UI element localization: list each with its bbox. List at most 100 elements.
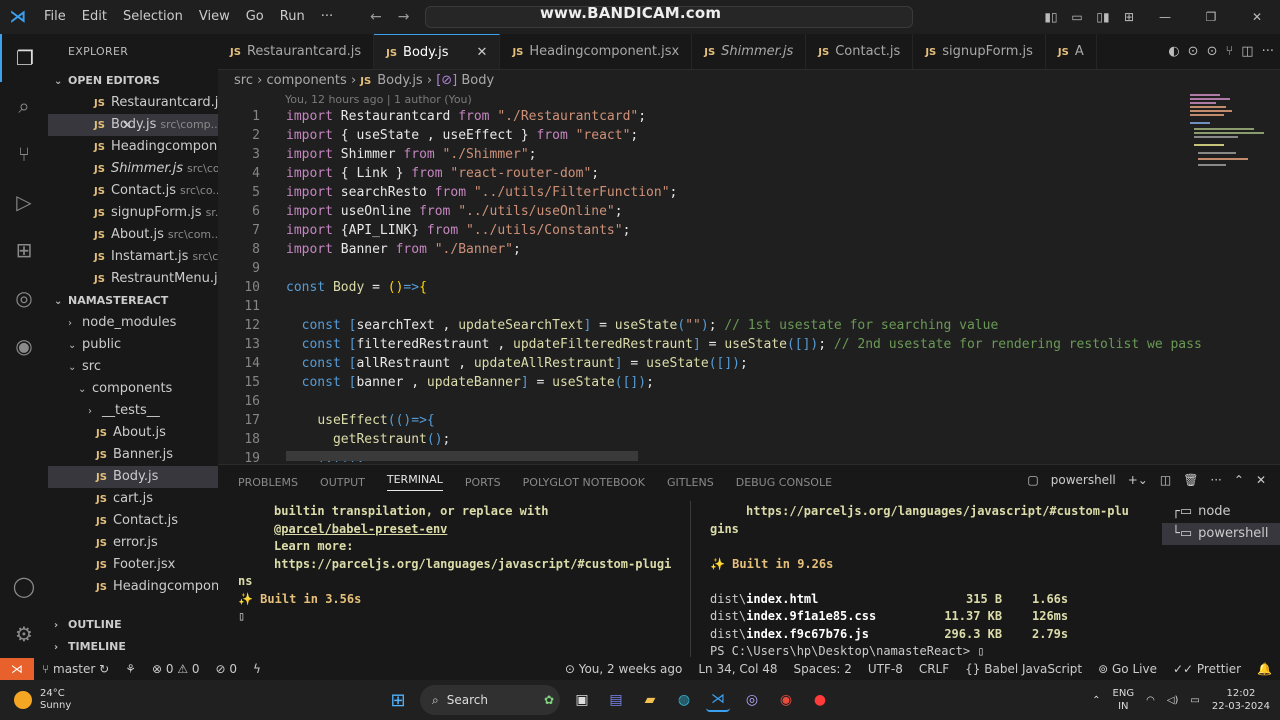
open-editor-item[interactable]: JS Shimmer.jssrc\co... [48, 158, 218, 180]
edge-icon[interactable]: ◍ [672, 688, 696, 712]
code-line[interactable]: const Body = ()=>{ [286, 280, 427, 295]
input-language[interactable]: ENG [1113, 687, 1135, 700]
panel-tab-polyglot-notebook[interactable]: POLYGLOT NOTEBOOK [523, 476, 645, 489]
trash-icon[interactable]: 🗑 [1183, 473, 1198, 487]
tree-folder[interactable]: ⌄ components [48, 378, 218, 400]
battery-icon[interactable]: ▭ [1190, 695, 1199, 706]
settings-gear-icon[interactable]: ⚙ [0, 610, 48, 658]
open-editor-item[interactable]: JS Restaurantcard.j... [48, 92, 218, 114]
gitlens-icon[interactable]: ◉ [0, 322, 48, 370]
terminal-left[interactable]: builtin transpilation, or replace with @p… [238, 503, 688, 626]
vscode-taskbar-icon[interactable]: ⋊ [706, 688, 730, 712]
editor-tab[interactable]: JS Body.js ✕ [374, 34, 501, 69]
code-line[interactable]: useEffect(()=>{ [286, 413, 434, 428]
editor-tab[interactable]: JS Shimmer.js [692, 34, 807, 69]
more-icon[interactable]: ··· [1210, 473, 1221, 487]
close-panel-icon[interactable]: ✕ [1256, 473, 1266, 487]
terminal-list-item[interactable]: ┌▭ node [1162, 501, 1280, 523]
prettier-status[interactable]: ✓✓ Prettier [1165, 662, 1249, 676]
open-editor-item[interactable]: JS Contact.jssrc\co... [48, 180, 218, 202]
code-line[interactable]: const [banner , updateBanner] = useState… [286, 375, 654, 390]
bandicam-icon[interactable]: ● [808, 688, 832, 712]
maximize-panel-icon[interactable]: ⌃ [1234, 473, 1244, 487]
code-line[interactable]: import {API_LINK} from "../utils/Constan… [286, 223, 630, 238]
toggle-secondary-sidebar-icon[interactable]: ▯▮ [1090, 10, 1116, 24]
panel-tab-output[interactable]: OUTPUT [320, 476, 365, 489]
code-line[interactable]: import Shimmer from "./Shimmer"; [286, 147, 536, 162]
code-line[interactable]: import Banner from "./Banner"; [286, 242, 521, 257]
branch-status[interactable]: ⑂ master ↻ [34, 662, 117, 676]
search-icon[interactable]: ⌕ [0, 82, 48, 130]
panel-tab-problems[interactable]: PROBLEMS [238, 476, 298, 489]
close-window-button[interactable]: ✕ [1234, 10, 1280, 24]
tree-folder[interactable]: ⌄ src [48, 356, 218, 378]
outline-header[interactable]: › OUTLINE [48, 614, 218, 636]
source-control-icon[interactable]: ⑂ [0, 130, 48, 178]
wifi-icon[interactable]: ◠ [1146, 695, 1155, 706]
indentation-status[interactable]: Spaces: 2 [786, 662, 860, 676]
code-line[interactable]: const [allRestraunt , updateAllRestraunt… [286, 356, 748, 371]
toggle-panel-icon[interactable]: ▭ [1064, 10, 1090, 24]
tree-folder[interactable]: ⌄ public [48, 334, 218, 356]
code-line[interactable]: import useOnline from "../utils/useOnlin… [286, 204, 623, 219]
editor-tab[interactable]: JS Headingcomponent.jsx [500, 34, 693, 69]
customize-layout-icon[interactable]: ⊞ [1116, 10, 1142, 24]
terminal-list-item[interactable]: └▭ powershell [1162, 523, 1280, 545]
close-tab-icon[interactable]: ✕ [477, 45, 488, 60]
horizontal-scrollbar[interactable] [286, 451, 638, 461]
close-icon[interactable]: ✕ [122, 114, 132, 136]
menu-run[interactable]: Run [272, 0, 313, 34]
code-line[interactable]: import { Link } from "react-router-dom"; [286, 166, 599, 181]
panel-tab-terminal[interactable]: TERMINAL [386, 473, 443, 491]
breadcrumb-src[interactable]: src [234, 73, 253, 88]
eol-status[interactable]: CRLF [911, 662, 957, 676]
tree-file[interactable]: JS error.js [48, 532, 218, 554]
code-editor[interactable]: You, 12 hours ago | 1 author (You) 1 impo… [218, 92, 1280, 462]
tree-file[interactable]: JS Headingcomponen... [48, 576, 218, 598]
task-view-icon[interactable]: ▣ [570, 688, 594, 712]
ports-status[interactable]: ⊘ 0 [208, 662, 246, 676]
chrome-icon[interactable]: ◉ [774, 688, 798, 712]
open-editors-header[interactable]: ⌄ OPEN EDITORS [48, 70, 218, 92]
tree-folder[interactable]: › __tests__ [48, 400, 218, 422]
editor-tab[interactable]: JS A [1046, 34, 1097, 69]
problems-status[interactable]: ⊗ 0 ⚠ 0 [144, 662, 208, 676]
clock-time[interactable]: 12:02 [1212, 687, 1270, 700]
encoding-status[interactable]: UTF-8 [860, 662, 911, 676]
minimize-button[interactable]: — [1142, 10, 1188, 24]
editor-tab[interactable]: JS signupForm.js [913, 34, 1046, 69]
open-changes-icon[interactable]: ⑂ [1225, 44, 1233, 59]
menu-selection[interactable]: Selection [115, 0, 191, 34]
windows-start-icon[interactable]: ⊞ [386, 688, 410, 712]
codelens-blame[interactable]: You, 12 hours ago | 1 author (You) [285, 93, 472, 106]
toggle-sidebar-icon[interactable]: ▮▯ [1038, 10, 1064, 24]
panel-tab-gitlens[interactable]: GITLENS [667, 476, 714, 489]
tree-file[interactable]: JS cart.js [48, 488, 218, 510]
notifications-icon[interactable]: 🔔 [1249, 662, 1280, 676]
tree-file[interactable]: JS About.js [48, 422, 218, 444]
gitlens-status-icon[interactable]: ⚘ [117, 662, 144, 676]
breadcrumb-symbol[interactable]: Body [461, 73, 494, 88]
open-editor-item[interactable]: JS RestrauntMenu.j... [48, 268, 218, 290]
editor-tab[interactable]: JS Restaurantcard.js [218, 34, 375, 69]
tree-folder[interactable]: › node_modules [48, 312, 218, 334]
new-terminal-icon[interactable]: +⌄ [1128, 473, 1148, 487]
menu-view[interactable]: View [191, 0, 238, 34]
menu-edit[interactable]: Edit [74, 0, 115, 34]
menu-go[interactable]: Go [238, 0, 272, 34]
editor-tab[interactable]: JS Contact.js [806, 34, 914, 69]
file-explorer-icon[interactable]: ▰ [638, 688, 662, 712]
breadcrumb-file[interactable]: Body.js [377, 73, 422, 88]
tray-overflow-icon[interactable]: ⌃ [1092, 695, 1100, 706]
run-debug-icon[interactable]: ▷ [0, 178, 48, 226]
forward-arrow-icon[interactable]: → [398, 9, 410, 25]
split-terminal-icon[interactable]: ◫ [1160, 473, 1171, 487]
tree-file[interactable]: JS Footer.jsx [48, 554, 218, 576]
language-mode[interactable]: {} Babel JavaScript [957, 662, 1090, 676]
project-header[interactable]: ⌄ NAMASTEREACT [48, 290, 218, 312]
code-line[interactable]: import Restaurantcard from "./Restaurant… [286, 109, 646, 124]
teams-icon[interactable]: ▤ [604, 688, 628, 712]
maximize-button[interactable]: ❐ [1188, 10, 1234, 24]
breadcrumb-components[interactable]: components [266, 73, 346, 88]
open-editor-item[interactable]: ✕ JS Body.js src\comp... [48, 114, 218, 136]
